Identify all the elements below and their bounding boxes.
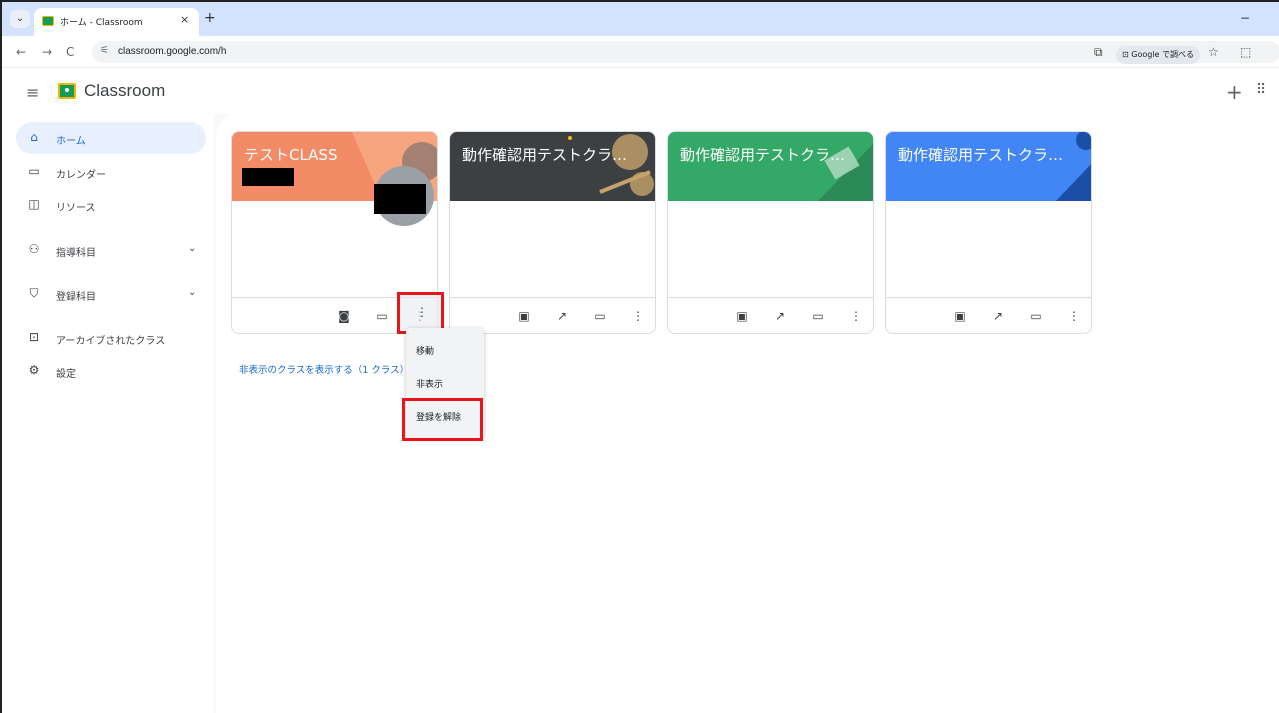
- sidebar-item-home[interactable]: ⌂ ホーム: [16, 122, 206, 154]
- chevron-down-icon[interactable]: ⌄: [188, 243, 196, 254]
- resources-icon: ◫: [28, 197, 40, 211]
- sidebar: ⌂ ホーム ▭ カレンダー ◫ リソース ⚇ 指導科目 ⌄ ⛉ 登録科目 ⌄ ⊡…: [2, 114, 214, 713]
- sidebar-item-resources[interactable]: ◫ リソース: [16, 189, 206, 221]
- classroom-logo-icon[interactable]: [58, 83, 76, 99]
- back-icon[interactable]: ←: [16, 45, 26, 59]
- gear-icon: ⚙: [28, 363, 40, 377]
- more-options-icon[interactable]: ⋮: [1066, 309, 1082, 323]
- google-apps-icon[interactable]: ⠿: [1256, 82, 1266, 98]
- browser-window: ⌄ ホーム - Classroom × + − ← → C ⚟ classroo…: [0, 0, 1279, 713]
- address-toolbar: ← → C ⚟ classroom.google.com/h ⧉ ⊡ Googl…: [2, 36, 1279, 68]
- bookmark-star-icon[interactable]: ☆: [1208, 45, 1219, 59]
- redacted-avatar: [374, 184, 426, 214]
- banner-shape: [568, 136, 572, 140]
- card-banner[interactable]: 動作確認用テストクラ…: [450, 132, 655, 201]
- site-info-icon[interactable]: ⚟: [100, 45, 109, 56]
- classroom-favicon-icon: [42, 16, 54, 26]
- app-header: ≡ Classroom + ⠿: [2, 68, 1279, 114]
- sidebar-item-label: 登録科目: [56, 292, 96, 303]
- home-icon: ⌂: [30, 130, 38, 144]
- tab-close-icon[interactable]: ×: [180, 13, 189, 26]
- class-card[interactable]: 動作確認用テストクラ… ▣ ↗ ▭ ⋮: [885, 131, 1092, 334]
- folder-icon[interactable]: ▭: [592, 309, 608, 323]
- forward-icon[interactable]: →: [42, 45, 52, 59]
- trending-icon[interactable]: ↗: [554, 309, 570, 323]
- menu-item-move[interactable]: 移動: [406, 336, 484, 364]
- active-tab[interactable]: ホーム - Classroom ×: [34, 8, 199, 36]
- school-icon: ⛉: [29, 286, 39, 300]
- sidebar-item-calendar[interactable]: ▭ カレンダー: [16, 156, 206, 188]
- folder-icon[interactable]: ▭: [374, 309, 390, 323]
- tab-strip: ⌄ ホーム - Classroom × + −: [2, 2, 1279, 36]
- card-banner[interactable]: 動作確認用テストクラ…: [668, 132, 873, 201]
- sidebar-item-enrolled[interactable]: ⛉ 登録科目 ⌄: [16, 278, 206, 310]
- menu-item-hide[interactable]: 非表示: [406, 369, 484, 397]
- card-title[interactable]: テストCLASS: [244, 144, 434, 165]
- card-banner-illustration: [450, 132, 655, 201]
- trending-icon[interactable]: ↗: [990, 309, 1006, 323]
- reload-icon[interactable]: C: [66, 45, 74, 59]
- card-banner-illustration: [668, 132, 873, 201]
- gradebook-icon[interactable]: ▣: [516, 309, 532, 323]
- sidebar-item-label: カレンダー: [56, 170, 106, 181]
- menu-item-label: 移動: [416, 347, 435, 357]
- more-options-icon[interactable]: ⋮: [848, 309, 864, 323]
- more-options-icon[interactable]: ⋮: [416, 305, 428, 319]
- class-card[interactable]: 動作確認用テストクラ… ▣ ↗ ▭ ⋮: [667, 131, 874, 334]
- folder-icon[interactable]: ▭: [1028, 309, 1044, 323]
- card-footer: ▣ ↗ ▭ ⋮: [886, 297, 1091, 333]
- tab-title: ホーム - Classroom: [60, 18, 143, 28]
- card-title[interactable]: 動作確認用テストクラ…: [680, 144, 870, 165]
- sidebar-item-label: 設定: [56, 369, 76, 380]
- chevron-down-icon[interactable]: ⌄: [188, 287, 196, 298]
- sidebar-item-label: リソース: [56, 203, 96, 214]
- card-title[interactable]: 動作確認用テストクラ…: [898, 144, 1088, 165]
- sidebar-item-settings[interactable]: ⚙ 設定: [16, 355, 206, 387]
- banner-bg: [886, 132, 1091, 201]
- omnibox[interactable]: ⚟ classroom.google.com/h ⧉ ⊡ Google で調べる…: [92, 41, 1279, 64]
- card-banner-illustration: [886, 132, 1091, 201]
- sidebar-item-label: 指導科目: [56, 248, 96, 259]
- show-hidden-classes-link[interactable]: 非表示のクラスを表示する（1 クラス）: [239, 362, 409, 376]
- sidebar-item-label: ホーム: [56, 136, 86, 147]
- more-options-icon[interactable]: ⋮: [630, 309, 646, 323]
- trending-icon[interactable]: ↗: [772, 309, 788, 323]
- minimize-button[interactable]: −: [1240, 11, 1250, 25]
- create-or-join-icon[interactable]: +: [1226, 80, 1243, 104]
- tab-search-button[interactable]: ⌄: [10, 10, 30, 28]
- archive-icon: ⊡: [28, 330, 40, 344]
- google-lens-button[interactable]: ⊡ Google で調べる: [1116, 46, 1200, 64]
- extensions-icon[interactable]: ⬚: [1240, 45, 1251, 59]
- gradebook-icon[interactable]: ▣: [952, 309, 968, 323]
- portfolio-icon[interactable]: ◙: [336, 309, 352, 323]
- sidebar-item-teaching[interactable]: ⚇ 指導科目 ⌄: [16, 234, 206, 266]
- sidebar-item-archived[interactable]: ⊡ アーカイブされたクラス: [16, 322, 206, 354]
- card-banner[interactable]: 動作確認用テストクラ…: [886, 132, 1091, 201]
- lens-icon: ⊡: [1122, 50, 1132, 59]
- card-footer: ▣ ↗ ▭ ⋮: [668, 297, 873, 333]
- redacted-section-name: [242, 168, 294, 186]
- menu-item-label: 非表示: [416, 380, 444, 390]
- sidebar-item-label: アーカイブされたクラス: [56, 336, 166, 347]
- highlight-unenroll: [402, 398, 483, 441]
- calendar-icon: ▭: [28, 164, 40, 178]
- cast-icon[interactable]: ⧉: [1094, 45, 1103, 60]
- app-title[interactable]: Classroom: [84, 81, 165, 101]
- card-title[interactable]: 動作確認用テストクラ…: [462, 144, 652, 165]
- main-menu-icon[interactable]: ≡: [26, 83, 39, 102]
- lens-label: Google で調べる: [1131, 50, 1195, 59]
- new-tab-button[interactable]: +: [204, 10, 216, 26]
- class-card[interactable]: 動作確認用テストクラ… ▣ ↗ ▭ ⋮: [449, 131, 656, 334]
- url-text[interactable]: classroom.google.com/h: [118, 46, 226, 57]
- gradebook-icon[interactable]: ▣: [734, 309, 750, 323]
- folder-icon[interactable]: ▭: [810, 309, 826, 323]
- people-icon: ⚇: [28, 242, 40, 256]
